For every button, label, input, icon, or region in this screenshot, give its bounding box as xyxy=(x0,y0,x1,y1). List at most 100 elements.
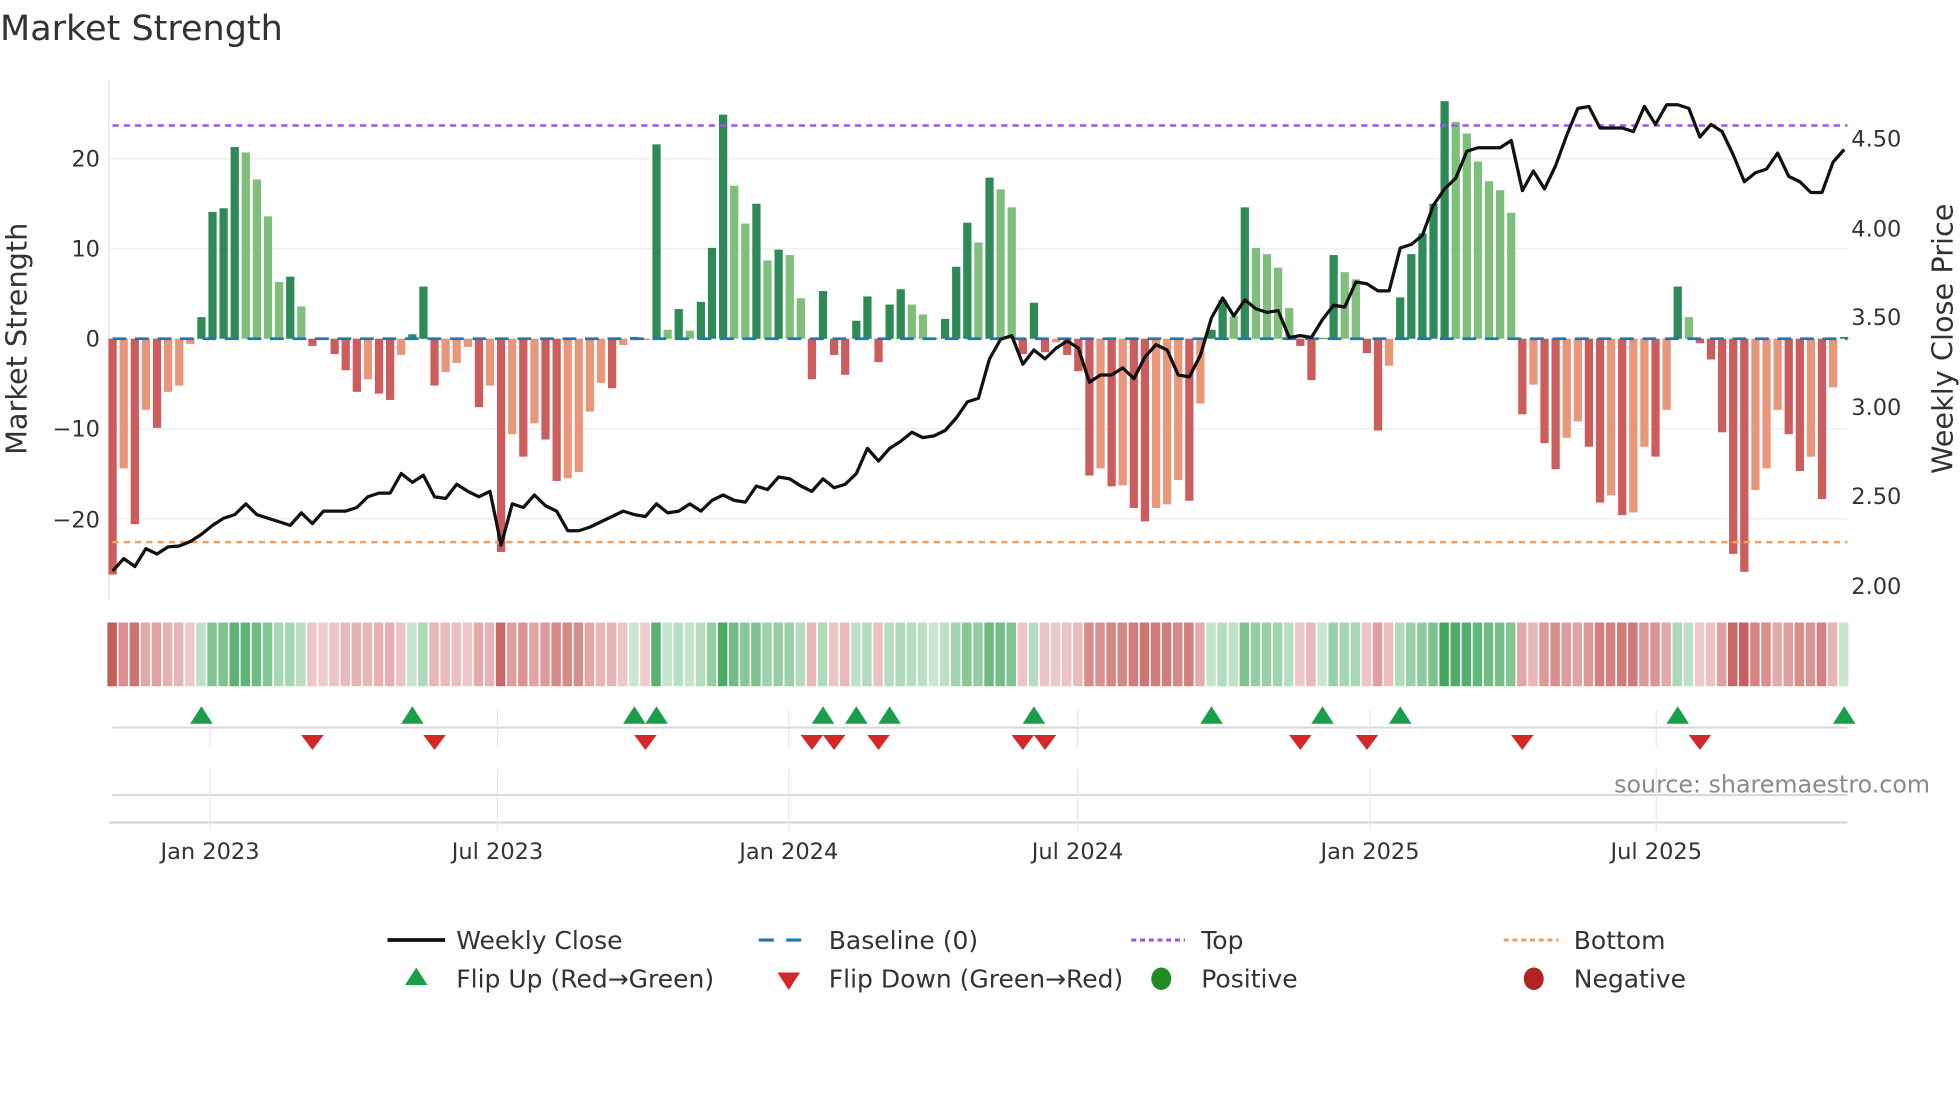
strip-cell xyxy=(1772,622,1782,687)
bar xyxy=(386,338,395,400)
bar xyxy=(241,152,250,339)
flip-down-marker xyxy=(800,735,824,750)
legend-item-weekly-close[interactable]: Weekly Close xyxy=(387,926,623,955)
bar xyxy=(1118,338,1127,486)
bar xyxy=(1829,338,1838,388)
legend-item-flip-up[interactable]: Flip Up (Red→Green) xyxy=(405,965,714,994)
strip-cell xyxy=(451,622,461,687)
bar xyxy=(885,304,894,339)
strip-cell xyxy=(1350,622,1361,687)
bar xyxy=(430,338,439,386)
legend-item-bottom[interactable]: Bottom xyxy=(1503,926,1666,955)
strip-cell xyxy=(1783,622,1793,687)
strip-cell xyxy=(118,622,128,687)
strip-cell xyxy=(1250,622,1261,687)
strip-cell xyxy=(140,622,151,687)
bar xyxy=(1085,338,1094,476)
strip-cell xyxy=(1117,622,1127,687)
strip-cell xyxy=(1750,622,1760,687)
strip-cell xyxy=(1150,622,1161,687)
strip-cell xyxy=(917,622,928,687)
bar xyxy=(752,203,761,339)
flip-up-marker xyxy=(1200,706,1223,724)
bar xyxy=(1540,338,1549,444)
bar xyxy=(763,260,772,339)
bar xyxy=(1274,267,1283,339)
y-tick: 20 xyxy=(71,146,100,172)
strip-cell xyxy=(1184,622,1194,687)
strip-cell xyxy=(1228,622,1238,687)
x-tick: Jan 2024 xyxy=(737,839,838,865)
y-axis-right: 4.50 4.00 3.50 3.00 2.50 2.00 Weekly Clo… xyxy=(1851,126,1959,599)
flip-up-marker xyxy=(845,706,868,724)
strip-cell xyxy=(1261,622,1272,687)
bar xyxy=(452,338,461,364)
legend-item-negative[interactable]: Negative xyxy=(1523,965,1686,994)
bar xyxy=(374,338,384,394)
strip-cell xyxy=(185,622,195,687)
bar xyxy=(363,338,373,380)
bar xyxy=(1584,338,1594,447)
legend-item-top[interactable]: Top xyxy=(1131,926,1243,955)
bar xyxy=(541,338,550,440)
flip-up-marker xyxy=(623,706,646,724)
strip-cell xyxy=(1383,622,1394,687)
strip-cell xyxy=(429,622,439,687)
strip-cell xyxy=(662,622,672,687)
bar xyxy=(907,304,916,339)
bar xyxy=(841,338,850,375)
strip-cell xyxy=(728,622,739,687)
y-right-tick: 3.00 xyxy=(1851,395,1901,421)
flip-down-marker xyxy=(1355,735,1379,750)
x-tick: Jul 2023 xyxy=(450,839,544,865)
strip-cell xyxy=(1805,622,1816,687)
x-tick: Jan 2025 xyxy=(1318,839,1419,865)
bar xyxy=(818,291,828,339)
bar xyxy=(707,247,717,339)
bar xyxy=(508,338,517,435)
flip-up-marker xyxy=(401,706,424,724)
strip-cell xyxy=(207,622,217,687)
strip-cell xyxy=(1439,622,1449,687)
bar xyxy=(141,338,151,410)
bar xyxy=(941,318,950,339)
strip-cell xyxy=(440,622,450,687)
legend-label: Bottom xyxy=(1574,926,1666,955)
bar xyxy=(1107,338,1116,487)
bar xyxy=(485,338,495,386)
bar xyxy=(1551,338,1560,470)
strip-cell xyxy=(851,622,861,687)
bar xyxy=(1529,338,1538,385)
legend-item-positive[interactable]: Positive xyxy=(1151,965,1298,994)
strip-cell xyxy=(817,622,828,687)
strip-cell xyxy=(1239,622,1250,687)
flip-down-marker xyxy=(1289,735,1312,750)
bar xyxy=(1740,338,1749,572)
strip-cell xyxy=(1694,622,1705,687)
bar xyxy=(1629,338,1638,513)
bar xyxy=(530,338,539,424)
flip-down-marker xyxy=(1033,735,1057,750)
strip-cell xyxy=(1106,622,1116,687)
strip-cell xyxy=(651,622,661,687)
strip-cell xyxy=(240,622,251,687)
strip-cell xyxy=(584,622,595,687)
flip-up-marker xyxy=(878,706,901,724)
strip-cell xyxy=(551,622,561,687)
bar xyxy=(1562,338,1571,438)
bar xyxy=(596,338,606,383)
bar xyxy=(419,286,428,339)
strip-cell xyxy=(1483,622,1494,687)
strip-cell xyxy=(362,622,373,687)
bar xyxy=(696,301,706,339)
legend-item-baseline[interactable]: Baseline (0) xyxy=(758,926,978,955)
strip-cell xyxy=(262,622,273,687)
strip-cell xyxy=(1206,622,1216,687)
legend-item-flip-down[interactable]: Flip Down (Green→Red) xyxy=(777,965,1124,994)
bar xyxy=(730,185,739,339)
strip-cell xyxy=(296,622,306,687)
bar xyxy=(652,144,661,339)
red-circle-icon xyxy=(1523,967,1544,990)
y-right-tick: 2.50 xyxy=(1851,484,1901,510)
bar xyxy=(996,189,1005,339)
